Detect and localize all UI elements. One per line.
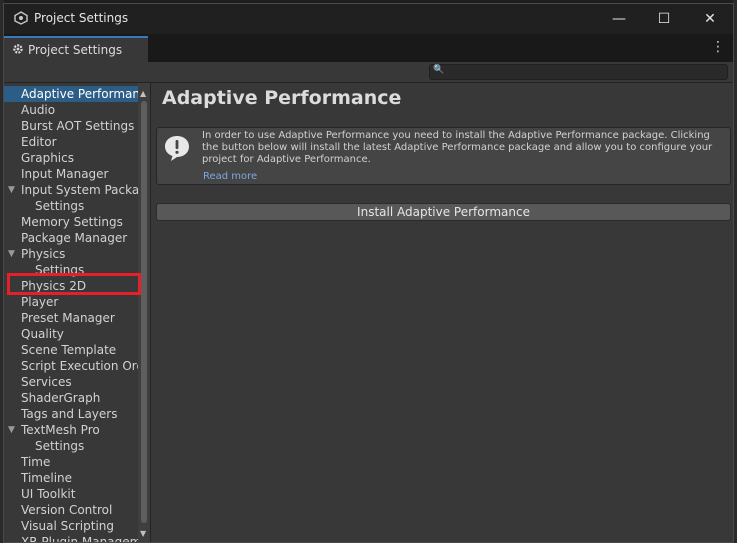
sidebar-item-timeline[interactable]: Timeline bbox=[4, 470, 138, 486]
foldout-arrow-icon[interactable]: ▼ bbox=[8, 246, 15, 262]
sidebar-item-quality[interactable]: Quality bbox=[4, 326, 138, 342]
sidebar-item-label: Timeline bbox=[21, 471, 73, 485]
tab-label: Project Settings bbox=[28, 43, 123, 57]
sidebar-item-label: XR Plugin Management bbox=[21, 535, 138, 543]
sidebar-item-label: Editor bbox=[21, 135, 57, 149]
sidebar-item-label: Input System Package bbox=[21, 183, 138, 197]
sidebar-item-adaptive-performance[interactable]: Adaptive Performance bbox=[4, 86, 138, 102]
sidebar-item-package-manager[interactable]: Package Manager bbox=[4, 230, 138, 246]
close-button[interactable]: ✕ bbox=[687, 4, 733, 34]
search-icon: 🔍 bbox=[433, 65, 445, 75]
exclamation-icon bbox=[163, 134, 191, 162]
scrollbar-thumb[interactable] bbox=[141, 101, 147, 523]
sidebar-item-label: Preset Manager bbox=[21, 311, 115, 325]
sidebar-item-label: Adaptive Performance bbox=[21, 87, 138, 101]
settings-list: Adaptive Performance Audio Burst AOT Setti… bbox=[4, 86, 138, 543]
sidebar-item-burst-aot-settings[interactable]: Burst AOT Settings bbox=[4, 118, 138, 134]
sidebar-item-services[interactable]: Services bbox=[4, 374, 138, 390]
sidebar-item-label: Quality bbox=[21, 327, 64, 341]
sidebar-item-label: Memory Settings bbox=[21, 215, 123, 229]
sidebar-item-label: Tags and Layers bbox=[21, 407, 118, 421]
sidebar-item-label: Time bbox=[21, 455, 51, 469]
project-settings-window: Project Settings — ☐ ✕ Project Settings … bbox=[3, 3, 734, 543]
sidebar-item-settings[interactable]: Settings bbox=[4, 198, 138, 214]
sidebar-item-graphics[interactable]: Graphics bbox=[4, 150, 138, 166]
sidebar-item-preset-manager[interactable]: Preset Manager bbox=[4, 310, 138, 326]
gear-icon bbox=[12, 43, 24, 58]
search-field[interactable]: 🔍 bbox=[429, 64, 728, 80]
install-adaptive-performance-button[interactable]: Install Adaptive Performance bbox=[156, 203, 731, 221]
sidebar-item-version-control[interactable]: Version Control bbox=[4, 502, 138, 518]
sidebar-item-visual-scripting[interactable]: Visual Scripting bbox=[4, 518, 138, 534]
info-help-box: In order to use Adaptive Performance you… bbox=[156, 127, 731, 185]
sidebar-item-tags-and-layers[interactable]: Tags and Layers bbox=[4, 406, 138, 422]
sidebar-item-xr-plugin-management[interactable]: XR Plugin Management bbox=[4, 534, 138, 543]
sidebar-item-audio[interactable]: Audio bbox=[4, 102, 138, 118]
sidebar-item-label: Script Execution Order bbox=[21, 359, 138, 373]
sidebar-item-time[interactable]: Time bbox=[4, 454, 138, 470]
sidebar-item-label: Burst AOT Settings bbox=[21, 119, 135, 133]
sidebar-item-settings[interactable]: Settings bbox=[4, 438, 138, 454]
page-title: Adaptive Performance bbox=[162, 87, 402, 109]
scroll-up-icon[interactable]: ▲ bbox=[140, 89, 146, 98]
sidebar-scrollbar[interactable]: ▲ ▼ bbox=[138, 83, 150, 542]
sidebar-item-input-system-package[interactable]: ▼ Input System Package bbox=[4, 182, 138, 198]
sidebar-item-player[interactable]: Player bbox=[4, 294, 138, 310]
sidebar-item-physics[interactable]: ▼ Physics bbox=[4, 246, 138, 262]
sidebar-item-label: Scene Template bbox=[21, 343, 117, 357]
unity-logo-icon bbox=[14, 11, 28, 25]
more-options-icon[interactable]: ⋮ bbox=[711, 40, 725, 54]
sidebar-item-input-manager[interactable]: Input Manager bbox=[4, 166, 138, 182]
sidebar-item-label: Settings bbox=[35, 199, 85, 213]
sidebar-item-scene-template[interactable]: Scene Template bbox=[4, 342, 138, 358]
sidebar-item-label: Input Manager bbox=[21, 167, 109, 181]
sidebar-item-label: ShaderGraph bbox=[21, 391, 101, 405]
sidebar-item-textmesh-pro[interactable]: ▼ TextMesh Pro bbox=[4, 422, 138, 438]
toolbar: 🔍 bbox=[4, 62, 733, 83]
sidebar-item-editor[interactable]: Editor bbox=[4, 134, 138, 150]
sidebar-item-label: Audio bbox=[21, 103, 56, 117]
sidebar-item-label: Visual Scripting bbox=[21, 519, 114, 533]
minimize-button[interactable]: — bbox=[596, 4, 642, 34]
title-bar[interactable]: Project Settings — ☐ ✕ bbox=[4, 4, 733, 34]
foldout-arrow-icon[interactable]: ▼ bbox=[8, 182, 15, 198]
sidebar-item-shadergraph[interactable]: ShaderGraph bbox=[4, 390, 138, 406]
sidebar-item-label: Player bbox=[21, 295, 59, 309]
sidebar-item-memory-settings[interactable]: Memory Settings bbox=[4, 214, 138, 230]
scroll-down-icon[interactable]: ▼ bbox=[140, 529, 146, 538]
help-message: In order to use Adaptive Performance you… bbox=[202, 130, 713, 165]
sidebar-item-label: UI Toolkit bbox=[21, 487, 76, 501]
sidebar-item-script-execution-order[interactable]: Script Execution Order bbox=[4, 358, 138, 374]
sidebar-item-label: Graphics bbox=[21, 151, 74, 165]
sidebar-item-label: Package Manager bbox=[21, 231, 128, 245]
sidebar-item-label: Services bbox=[21, 375, 72, 389]
tab-bar: Project Settings ⋮ bbox=[4, 34, 733, 62]
settings-content: Adaptive Performance In order to use Ada… bbox=[154, 83, 733, 542]
tab-project-settings[interactable]: Project Settings bbox=[4, 36, 148, 62]
foldout-arrow-icon[interactable]: ▼ bbox=[8, 422, 15, 438]
sidebar-item-label: Settings bbox=[35, 439, 85, 453]
window-title: Project Settings bbox=[34, 11, 129, 25]
physics-2d-highlight-box bbox=[7, 273, 141, 295]
read-more-link[interactable]: Read more bbox=[203, 171, 257, 182]
sidebar-item-label: Physics bbox=[21, 247, 66, 261]
settings-sidebar: Adaptive Performance Audio Burst AOT Setti… bbox=[4, 83, 151, 543]
sidebar-item-label: Version Control bbox=[21, 503, 113, 517]
maximize-button[interactable]: ☐ bbox=[641, 4, 687, 34]
sidebar-item-ui-toolkit[interactable]: UI Toolkit bbox=[4, 486, 138, 502]
sidebar-item-label: TextMesh Pro bbox=[21, 423, 100, 437]
